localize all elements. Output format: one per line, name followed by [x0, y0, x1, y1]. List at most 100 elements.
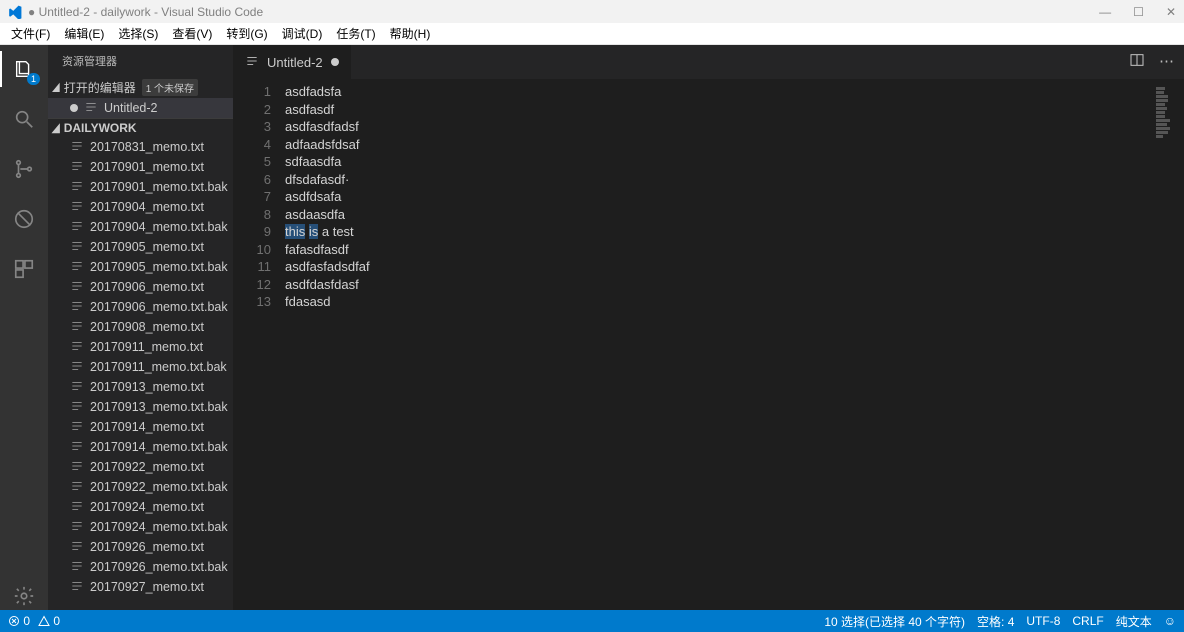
file-tree-item[interactable]: 20170904_memo.txt.bak	[48, 217, 233, 237]
file-icon	[70, 539, 84, 556]
file-tree-item[interactable]: 20170911_memo.txt.bak	[48, 357, 233, 377]
file-name: 20170908_memo.txt	[90, 320, 204, 334]
file-tree-item[interactable]: 20170927_memo.txt	[48, 577, 233, 597]
file-tree-item[interactable]: 20170924_memo.txt.bak	[48, 517, 233, 537]
activity-extensions[interactable]	[10, 255, 38, 283]
modified-dot-icon	[331, 58, 339, 66]
maximize-button[interactable]: ☐	[1133, 5, 1144, 19]
chevron-down-icon: ◢	[52, 81, 60, 94]
file-name: 20170927_memo.txt	[90, 580, 204, 594]
file-icon	[70, 139, 84, 156]
status-encoding[interactable]: UTF-8	[1026, 614, 1060, 628]
split-editor-icon[interactable]	[1129, 52, 1145, 72]
open-editors-header[interactable]: ◢ 打开的编辑器 1 个未保存	[48, 77, 233, 98]
file-name: 20170926_memo.txt.bak	[90, 560, 228, 574]
file-tree-item[interactable]: 20170906_memo.txt	[48, 277, 233, 297]
activity-settings[interactable]	[10, 582, 38, 610]
menu-item[interactable]: 调试(D)	[275, 25, 330, 42]
activity-explorer[interactable]: 1	[10, 55, 38, 83]
file-tree-item[interactable]: 20170906_memo.txt.bak	[48, 297, 233, 317]
tab-bar: Untitled-2 ⋯	[233, 45, 1184, 79]
menu-item[interactable]: 任务(T)	[329, 25, 382, 42]
file-tree-item[interactable]: 20170914_memo.txt	[48, 417, 233, 437]
activity-search[interactable]	[10, 105, 38, 133]
feedback-icon[interactable]: ☺	[1164, 614, 1176, 628]
minimize-button[interactable]: —	[1099, 5, 1111, 19]
file-icon	[70, 579, 84, 596]
file-name: 20170924_memo.txt.bak	[90, 520, 228, 534]
file-tree-item[interactable]: 20170911_memo.txt	[48, 337, 233, 357]
file-name: 20170911_memo.txt	[90, 340, 203, 354]
file-tree-item[interactable]: 20170901_memo.txt.bak	[48, 177, 233, 197]
file-icon	[70, 559, 84, 576]
activity-debug[interactable]	[10, 205, 38, 233]
file-icon	[70, 359, 84, 376]
menu-bar: 文件(F)编辑(E)选择(S)查看(V)转到(G)调试(D)任务(T)帮助(H)	[0, 23, 1184, 45]
file-tree-item[interactable]: 20170914_memo.txt.bak	[48, 437, 233, 457]
file-tree-item[interactable]: 20170922_memo.txt.bak	[48, 477, 233, 497]
status-spaces[interactable]: 空格: 4	[977, 613, 1014, 630]
file-icon	[70, 319, 84, 336]
file-tree-item[interactable]: 20170922_memo.txt	[48, 457, 233, 477]
minimap[interactable]	[1156, 83, 1170, 610]
file-name: 20170906_memo.txt.bak	[90, 300, 228, 314]
file-tree-item[interactable]: 20170904_memo.txt	[48, 197, 233, 217]
file-icon	[70, 219, 84, 236]
file-name: 20170922_memo.txt	[90, 460, 204, 474]
file-tree-item[interactable]: 20170831_memo.txt	[48, 137, 233, 157]
more-actions-icon[interactable]: ⋯	[1159, 52, 1174, 72]
open-editor-item[interactable]: Untitled-2	[48, 98, 233, 118]
file-tree-item[interactable]: 20170913_memo.txt	[48, 377, 233, 397]
file-name: 20170914_memo.txt	[90, 420, 204, 434]
file-name: 20170913_memo.txt	[90, 380, 204, 394]
file-tree-item[interactable]: 20170905_memo.txt	[48, 237, 233, 257]
activity-source-control[interactable]	[10, 155, 38, 183]
file-name: 20170914_memo.txt.bak	[90, 440, 228, 454]
file-tree-item[interactable]: 20170926_memo.txt	[48, 537, 233, 557]
window-title: ● Untitled-2 - dailywork - Visual Studio…	[28, 5, 1099, 19]
file-icon	[70, 479, 84, 496]
file-name: 20170901_memo.txt	[90, 160, 204, 174]
sidebar-title: 资源管理器	[48, 45, 233, 77]
open-editors-label: 打开的编辑器	[64, 79, 136, 96]
status-eol[interactable]: CRLF	[1072, 614, 1103, 628]
file-tree-item[interactable]: 20170913_memo.txt.bak	[48, 397, 233, 417]
file-name: 20170905_memo.txt	[90, 240, 204, 254]
file-tree-item[interactable]: 20170901_memo.txt	[48, 157, 233, 177]
menu-item[interactable]: 选择(S)	[111, 25, 165, 42]
status-language[interactable]: 纯文本	[1116, 613, 1152, 630]
status-selection[interactable]: 10 选择(已选择 40 个字符)	[824, 613, 965, 630]
menu-item[interactable]: 查看(V)	[165, 25, 219, 42]
menu-item[interactable]: 文件(F)	[4, 25, 57, 42]
file-icon	[245, 54, 259, 71]
file-name: 20170831_memo.txt	[90, 140, 204, 154]
menu-item[interactable]: 帮助(H)	[383, 25, 438, 42]
file-tree-item[interactable]: 20170924_memo.txt	[48, 497, 233, 517]
file-icon	[70, 439, 84, 456]
status-errors[interactable]: 0	[8, 614, 30, 628]
menu-item[interactable]: 编辑(E)	[57, 25, 111, 42]
file-icon	[70, 459, 84, 476]
editor-area: Untitled-2 ⋯ 12345678910111213 asdfadsfa…	[233, 45, 1184, 610]
file-icon	[70, 159, 84, 176]
unsaved-badge: 1 个未保存	[142, 79, 198, 96]
code-area[interactable]: 12345678910111213 asdfadsfaasdfasdfasdfa…	[233, 79, 1184, 610]
vscode-logo-icon	[8, 5, 22, 19]
file-name: 20170904_memo.txt.bak	[90, 220, 228, 234]
file-icon	[70, 519, 84, 536]
file-icon	[70, 279, 84, 296]
folder-header[interactable]: ◢ DAILYWORK	[48, 118, 233, 137]
close-button[interactable]: ✕	[1166, 5, 1176, 19]
file-name: 20170905_memo.txt.bak	[90, 260, 228, 274]
status-warnings[interactable]: 0	[38, 614, 60, 628]
file-tree-item[interactable]: 20170908_memo.txt	[48, 317, 233, 337]
file-name: 20170904_memo.txt	[90, 200, 204, 214]
file-tree-item[interactable]: 20170905_memo.txt.bak	[48, 257, 233, 277]
file-icon	[70, 379, 84, 396]
file-icon	[70, 419, 84, 436]
file-icon	[84, 100, 98, 117]
menu-item[interactable]: 转到(G)	[219, 25, 274, 42]
file-tree: 20170831_memo.txt 20170901_memo.txt 201709…	[48, 137, 233, 610]
file-tree-item[interactable]: 20170926_memo.txt.bak	[48, 557, 233, 577]
editor-tab[interactable]: Untitled-2	[233, 45, 351, 79]
